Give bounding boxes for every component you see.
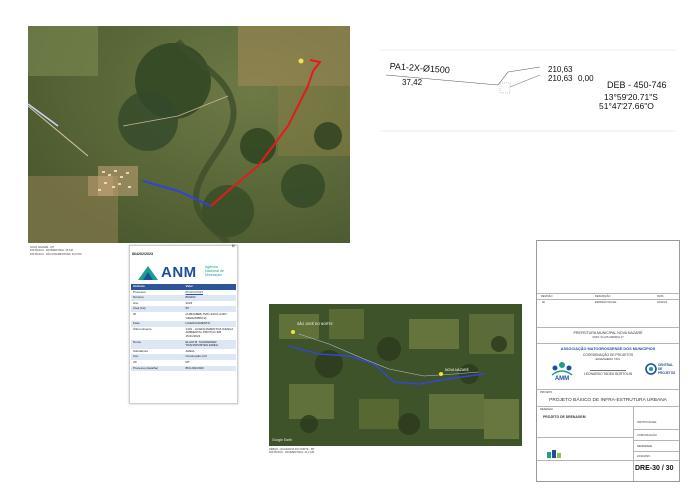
map2-caption: DEBAS - QUARANTA DO NORTE - MT DISTÂNCIA… bbox=[269, 448, 409, 455]
process-link[interactable]: 864202/2023 bbox=[186, 290, 204, 294]
rev-value-revision: 00 bbox=[542, 301, 545, 304]
popup-title: 864202/2023 bbox=[132, 252, 153, 256]
table-row: ID {A1B4A8EB-7MIC-49CA-A4D7-C6E0218B6C2} bbox=[131, 311, 236, 322]
satellite-imagery bbox=[28, 26, 350, 243]
field-institutional: INSTITUCIONAL bbox=[637, 421, 657, 424]
association-name: ASSOCIAÇÃO MATOGROSSENSE DOS MUNICÍPIOS bbox=[560, 347, 656, 351]
central-projetos-text: CENTRAL DE PROJETOS bbox=[658, 363, 677, 375]
project-label: PROJETO bbox=[540, 391, 553, 394]
google-earth-watermark: Google Earth bbox=[272, 438, 292, 442]
field-date: 22/11/2023 bbox=[637, 455, 650, 458]
elevation-offset: 0,00 bbox=[578, 74, 594, 83]
coordination-label: COORDENAÇÃO DE PROJETOS bbox=[582, 353, 634, 357]
central-projetos-logo: CENTRAL DE PROJETOS bbox=[645, 361, 677, 385]
logo-line: PROJETOS bbox=[658, 370, 676, 375]
attribute-cell: ID bbox=[131, 311, 184, 322]
table-row: Nome ELAIO B. SCHNEIDER TRANSPORTES EIREL… bbox=[131, 339, 236, 349]
prefeitura-cnpj: CNPJ: 04.215.228/0001-17 bbox=[592, 336, 624, 339]
prefeitura-name: PREFEITURA MUNICIPAL NOVA NAZARÉ bbox=[573, 331, 643, 335]
sheet-number: DRE-30 / 30 bbox=[635, 465, 674, 472]
anm-attribute-table: Atributo Valor Processo 864202/2023 Número… bbox=[131, 284, 236, 372]
amm-logo: AMM bbox=[547, 359, 577, 385]
field-density: DENSIDADE bbox=[637, 445, 653, 448]
footer-logo-icon bbox=[547, 450, 561, 458]
pipe-length: 37,42 bbox=[402, 78, 423, 87]
location-pin-icon bbox=[291, 330, 295, 334]
rev-value-date: 22/11/23 bbox=[657, 301, 667, 304]
deb-code: DEB - 450-746 bbox=[607, 80, 667, 90]
project-title: PROJETO BÁSICO DE INFRA-ESTRUTURA URBANA bbox=[549, 398, 667, 403]
value-cell: {A1B4A8EB-7MIC-49CA-A4D7-C6E0218B6C2} bbox=[183, 311, 236, 322]
longitude: 51°47'27.66"O bbox=[599, 101, 654, 111]
cad-drawing-detail: PA1-2X-Ø1500 37,42 210,63 210,63 0,00 DE… bbox=[380, 27, 676, 132]
map2-caption-line: DISTÂNCIA - PAVIMENTADA: 41,4 KM bbox=[269, 451, 315, 455]
amm-emblem-icon bbox=[551, 362, 573, 376]
attribute-cell: Processo (detalhe) bbox=[131, 365, 184, 372]
agency-line: Mineração bbox=[205, 273, 222, 278]
location-pin-icon bbox=[298, 58, 304, 64]
value-cell: ELAIO B. SCHNEIDER TRANSPORTES EIRELI bbox=[183, 339, 236, 349]
drawing-label: DESENHO bbox=[540, 408, 553, 411]
value-cell: 1401 - LICENCIAMENTO/LICENÇA AMBIENTAL P… bbox=[183, 326, 236, 340]
map2-label-east: NOVA NAZARÉ bbox=[445, 368, 469, 372]
map1-caption: NOVA NAZARÉ - MT DISTÂNCIA - PAVIMENTADA… bbox=[30, 246, 130, 256]
map1-caption-line: DISTÂNCIA - NÃO PAVIMENTADA: 16,6 KM bbox=[30, 252, 82, 256]
map2-label-north: SÃO JOSÉ DO NORTE bbox=[297, 322, 333, 326]
table-row: Último Evento 1401 - LICENCIAMENTO/LICENÇ… bbox=[131, 326, 236, 340]
anm-agency-name: Agência Nacional de Mineração bbox=[205, 265, 224, 278]
satellite-map-route-2: SÃO JOSÉ DO NORTE NOVA NAZARÉ Google Ear… bbox=[269, 304, 522, 446]
value-cell: 864.202/2023 bbox=[183, 365, 236, 372]
rev-header-date: DATA bbox=[657, 295, 664, 298]
attribute-cell: Último Evento bbox=[131, 326, 184, 340]
rev-header-revision: REVISÃO bbox=[541, 295, 553, 298]
elevation-bottom: 210,63 bbox=[548, 74, 573, 83]
anm-process-popup: 864202/2023 × ANM Agência Nacional de Mi… bbox=[129, 244, 238, 404]
location-pin-icon bbox=[439, 372, 443, 376]
satellite-map-nova-nazare bbox=[28, 26, 350, 243]
table-row: Processo (detalhe) 864.202/2023 bbox=[131, 365, 236, 372]
drawing-title: PROJETO DE DRENAGEM bbox=[543, 415, 586, 419]
anm-emblem-icon bbox=[138, 266, 158, 280]
anm-brand: ANM bbox=[161, 264, 197, 281]
amm-logo-text: AMM bbox=[554, 376, 570, 382]
drawing-title-block: REVISÃO DESCRIÇÃO DATA 00 EMISSÃO INICIA… bbox=[536, 240, 680, 482]
elevation-top: 210,63 bbox=[548, 65, 573, 74]
central-projetos-icon bbox=[645, 363, 657, 375]
anm-logo: ANM Agência Nacional de Mineração bbox=[135, 263, 231, 283]
rev-header-description: DESCRIÇÃO bbox=[595, 295, 611, 298]
field-communication: COMUNICAÇÃO bbox=[637, 434, 657, 437]
close-icon[interactable]: × bbox=[231, 244, 235, 250]
attribute-cell: Nome bbox=[131, 339, 184, 349]
rev-value-description: EMISSÃO INICIAL bbox=[595, 301, 617, 304]
